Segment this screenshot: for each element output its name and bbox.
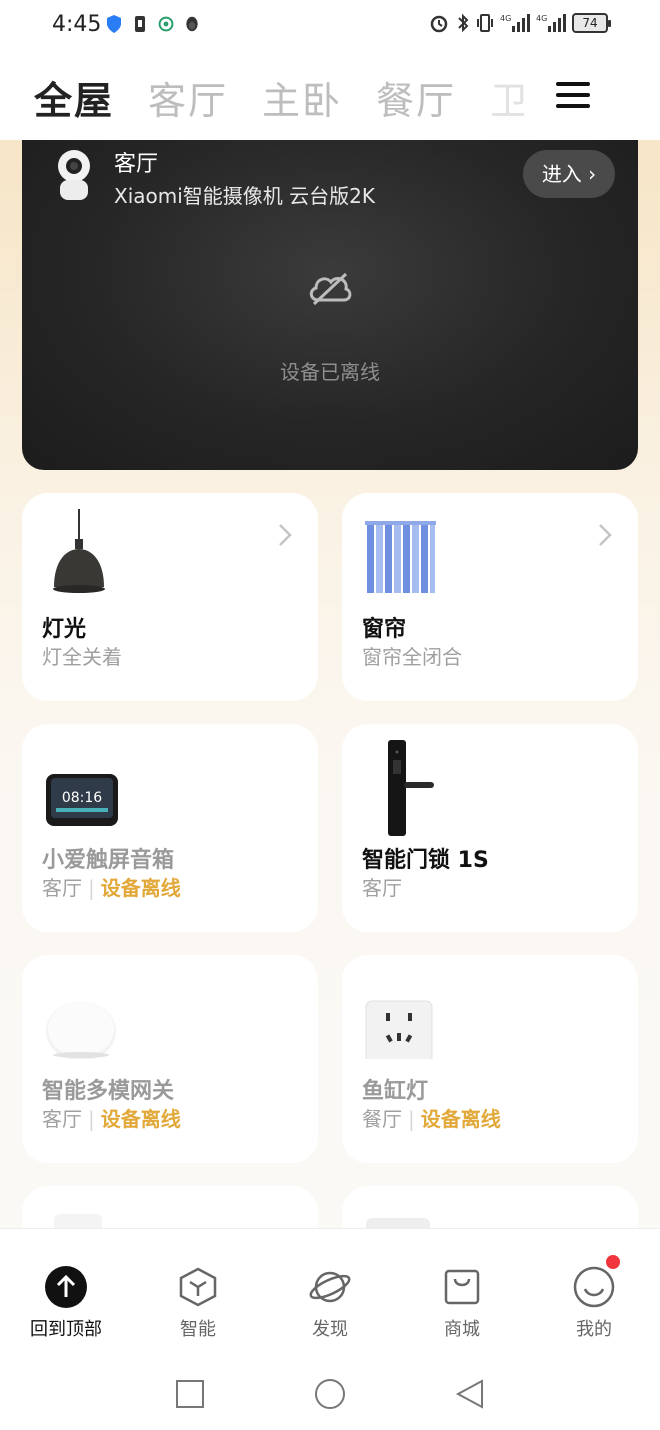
device-title: 鱼缸灯 bbox=[362, 1079, 429, 1104]
device-room: 客厅 bbox=[42, 876, 82, 900]
device-title: 灯光 bbox=[42, 617, 87, 642]
nav-label: 回到顶部 bbox=[30, 1319, 102, 1340]
tab-dining-room[interactable]: 餐厅 bbox=[376, 70, 456, 125]
device-title: 智能门锁 1S bbox=[362, 848, 489, 873]
recent-apps-icon[interactable] bbox=[174, 1378, 206, 1410]
nav-label: 我的 bbox=[576, 1319, 612, 1340]
device-card-gateway[interactable]: 智能多模网关 客厅 | 设备离线 bbox=[22, 955, 318, 1163]
vibrate-icon bbox=[477, 14, 493, 32]
status-bar: 4:45 4G 4G 74 bbox=[0, 0, 660, 50]
device-title: 小爱触屏音箱 bbox=[42, 848, 175, 873]
arrow-up-icon bbox=[45, 1266, 87, 1308]
nav-profile[interactable]: 我的 bbox=[544, 1255, 644, 1341]
nav-smart[interactable]: 智能 bbox=[148, 1265, 248, 1341]
device-title: 窗帘 bbox=[362, 617, 407, 642]
nav-discover[interactable]: 发现 bbox=[280, 1265, 380, 1341]
cloud-offline-icon bbox=[309, 272, 352, 306]
sim-icon bbox=[135, 16, 145, 32]
separator: | bbox=[88, 1107, 95, 1131]
device-room: 客厅 bbox=[42, 1107, 82, 1131]
device-room: 客厅 bbox=[362, 876, 402, 900]
chevron-right-icon bbox=[599, 524, 612, 546]
device-subtitle: 客厅 bbox=[362, 872, 402, 901]
room-tab-header: 全屋 客厅 主卧 餐厅 卫生 bbox=[0, 50, 660, 140]
device-subtitle: 窗帘全闭合 bbox=[362, 645, 462, 669]
chevron-right-icon: › bbox=[588, 162, 597, 186]
chevron-right-icon bbox=[279, 524, 292, 546]
smiley-icon bbox=[573, 1266, 615, 1308]
bluetooth-icon bbox=[458, 13, 469, 33]
menu-icon[interactable] bbox=[556, 82, 590, 110]
device-subtitle: 客厅 | 设备离线 bbox=[42, 1103, 181, 1132]
device-subtitle: 灯全关着 bbox=[42, 645, 122, 669]
device-card-lights[interactable]: 灯光 灯全关着 bbox=[22, 493, 318, 701]
nav-label: 商城 bbox=[444, 1319, 480, 1340]
shopping-bag-icon bbox=[444, 1269, 480, 1305]
camera-room-label: 客厅 bbox=[114, 152, 159, 177]
cube-icon bbox=[179, 1267, 217, 1307]
home-icon[interactable] bbox=[314, 1378, 346, 1410]
signal-4g-icon-2: 4G bbox=[536, 14, 566, 32]
system-navigation-bar bbox=[0, 1358, 660, 1430]
device-status: 设备离线 bbox=[420, 1107, 501, 1131]
device-card-door-lock[interactable]: 智能门锁 1S 客厅 bbox=[342, 724, 638, 932]
planet-icon bbox=[309, 1271, 351, 1303]
device-subtitle: 客厅 | 设备离线 bbox=[42, 872, 181, 901]
room-tabs: 全屋 客厅 主卧 餐厅 卫生 bbox=[34, 70, 524, 125]
device-subtitle: 餐厅 | 设备离线 bbox=[362, 1103, 501, 1132]
device-status: 设备离线 bbox=[100, 1107, 181, 1131]
device-title: 智能多模网关 bbox=[42, 1079, 175, 1104]
tab-living-room[interactable]: 客厅 bbox=[148, 70, 228, 125]
curtain-icon bbox=[365, 521, 436, 593]
separator: | bbox=[408, 1107, 415, 1131]
device-card-aquarium-light[interactable]: 鱼缸灯 餐厅 | 设备离线 bbox=[342, 955, 638, 1163]
signal-4g-icon: 4G bbox=[500, 14, 530, 32]
pendant-lamp-icon bbox=[53, 509, 105, 593]
device-card-smart-speaker[interactable]: 08:16 小爱触屏音箱 客厅 | 设备离线 bbox=[22, 724, 318, 932]
nav-label: 智能 bbox=[180, 1319, 216, 1340]
camera-card[interactable]: 客厅 Xiaomi智能摄像机 云台版2K 进入 › 设备已离线 bbox=[22, 140, 638, 470]
nav-back-to-top[interactable]: 回到顶部 bbox=[16, 1265, 116, 1341]
svg-text:4G: 4G bbox=[536, 14, 547, 23]
app-notification-icon bbox=[158, 16, 174, 32]
status-right-icons: 4G 4G 74 bbox=[428, 12, 611, 34]
bottom-navigation: 回到顶部 智能 发现 商城 我的 bbox=[0, 1228, 660, 1358]
enter-button-label: 进入 bbox=[541, 162, 582, 186]
status-left-icons bbox=[106, 14, 200, 34]
device-status: 设备离线 bbox=[100, 876, 181, 900]
svg-text:4G: 4G bbox=[500, 14, 511, 23]
tab-all-rooms[interactable]: 全屋 bbox=[34, 70, 114, 125]
smart-speaker-icon: 08:16 bbox=[46, 774, 118, 826]
enter-button[interactable]: 进入 › bbox=[523, 150, 615, 198]
door-lock-icon bbox=[388, 740, 434, 836]
camera-device-name: Xiaomi智能摄像机 云台版2K bbox=[114, 184, 375, 208]
battery-indicator: 74 bbox=[572, 13, 611, 33]
nav-label: 发现 bbox=[312, 1319, 348, 1340]
device-card-curtains[interactable]: 窗帘 窗帘全闭合 bbox=[342, 493, 638, 701]
status-time: 4:45 bbox=[52, 12, 102, 37]
gateway-icon bbox=[46, 1001, 116, 1059]
device-room: 餐厅 bbox=[362, 1107, 402, 1131]
separator: | bbox=[88, 876, 95, 900]
wall-socket-icon bbox=[365, 1000, 433, 1059]
shield-icon bbox=[107, 15, 121, 33]
camera-device-icon bbox=[58, 150, 90, 200]
offline-status-text: 设备已离线 bbox=[280, 360, 380, 384]
notification-badge bbox=[606, 1255, 620, 1269]
alarm-icon bbox=[430, 15, 448, 33]
speaker-screen-time: 08:16 bbox=[62, 790, 102, 806]
back-icon[interactable] bbox=[454, 1378, 486, 1410]
nav-mall[interactable]: 商城 bbox=[412, 1265, 512, 1341]
tab-bathroom[interactable]: 卫生 bbox=[490, 70, 524, 125]
tab-master-bedroom[interactable]: 主卧 bbox=[262, 70, 342, 125]
qq-penguin-icon bbox=[186, 16, 198, 32]
